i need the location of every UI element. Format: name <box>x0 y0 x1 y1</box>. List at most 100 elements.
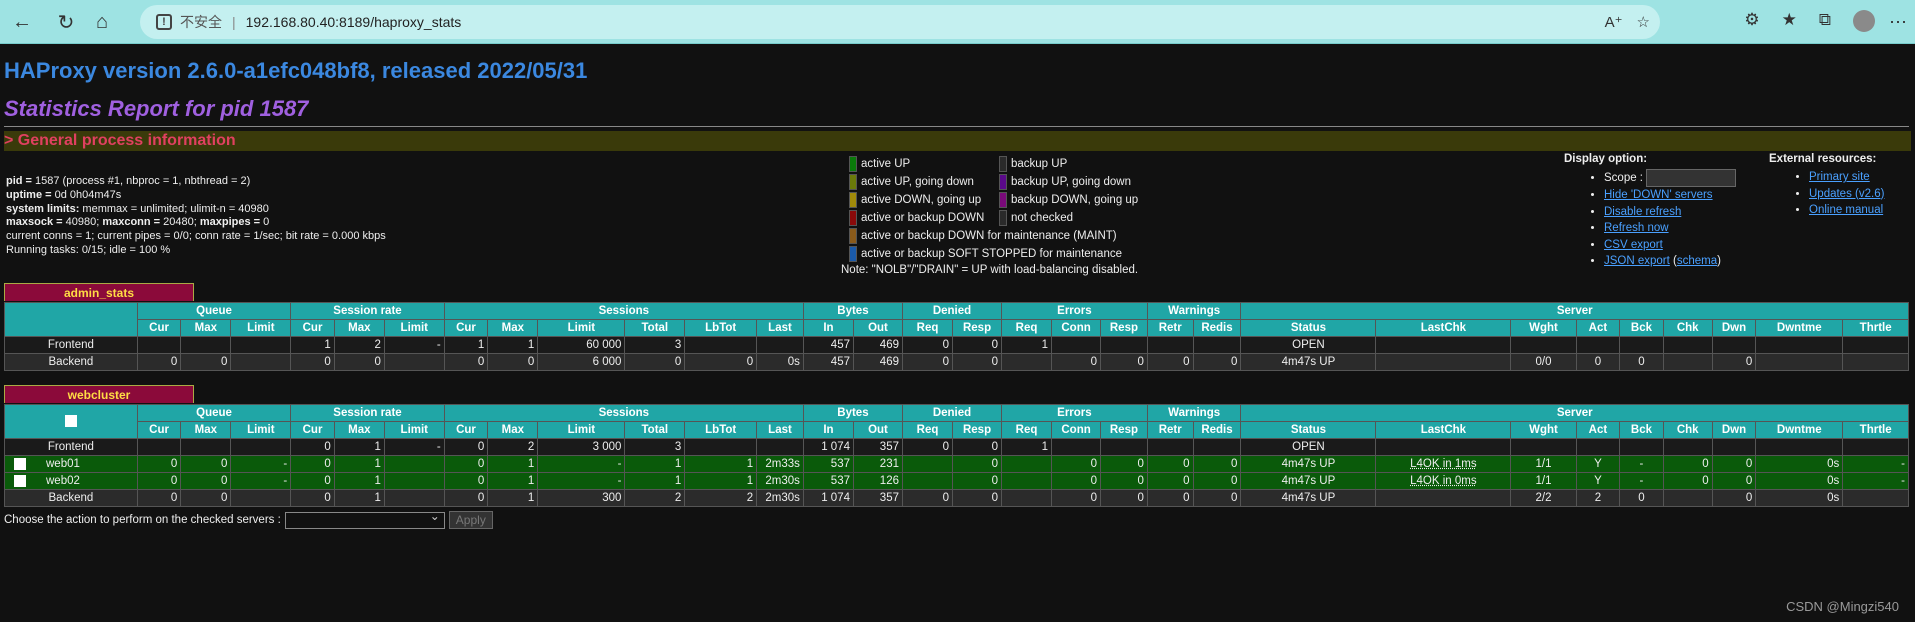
column-header: Req <box>901 421 954 439</box>
scope-label: Scope : <box>1604 172 1643 185</box>
table-cell: 1 <box>333 455 385 473</box>
server-name[interactable]: web02 <box>46 475 80 487</box>
table-cell: 469 <box>852 353 903 371</box>
table-cell: Y <box>1575 472 1621 490</box>
favorites-icon[interactable]: ★ <box>1782 10 1797 32</box>
table-cell <box>1375 489 1512 507</box>
table-cell <box>1051 336 1102 354</box>
legend-label: active UP, going down <box>861 176 974 188</box>
profile-avatar[interactable] <box>1853 10 1875 32</box>
reload-icon[interactable]: ↻ <box>52 8 80 36</box>
collections-icon[interactable]: ⧉ <box>1819 10 1831 32</box>
column-header: Resp <box>952 421 1003 439</box>
table-cell: 0 <box>1711 353 1757 371</box>
disable-refresh-link[interactable]: Disable refresh <box>1604 206 1681 218</box>
table-cell: 0 <box>1146 472 1194 490</box>
column-header: Limit <box>537 319 626 337</box>
back-icon[interactable]: ← <box>8 8 36 36</box>
table-cell: - <box>383 438 445 456</box>
legend-label: active DOWN, going up <box>861 194 982 206</box>
column-header: Chk <box>1662 319 1713 337</box>
table-cell: 537 <box>802 455 854 473</box>
table-cell: 0 <box>1100 353 1148 371</box>
scope-input[interactable] <box>1646 169 1737 187</box>
schema-link[interactable]: schema <box>1677 255 1717 267</box>
column-header: In <box>802 421 854 439</box>
row-name[interactable]: web01 <box>4 455 138 473</box>
refresh-now-link[interactable]: Refresh now <box>1604 222 1669 234</box>
hide-down-link[interactable]: Hide 'DOWN' servers <box>1604 189 1713 201</box>
column-header: Retr <box>1146 421 1194 439</box>
legend-swatch <box>849 246 857 262</box>
header-corner <box>4 404 138 439</box>
group-header: Bytes <box>802 302 903 320</box>
column-header: Resp <box>952 319 1003 337</box>
table-cell: 4m47s UP <box>1240 455 1377 473</box>
server-checkbox[interactable] <box>14 457 26 470</box>
table-cell <box>1842 438 1909 456</box>
table-cell <box>180 438 232 456</box>
group-header: Denied <box>901 302 1003 320</box>
table-row: Frontend 0 1-0 2 3 000 3 1 074 357 0 0 1 OPEN <box>4 438 1909 456</box>
row-name[interactable]: web02 <box>4 472 138 490</box>
apply-button[interactable]: Apply <box>448 511 493 529</box>
proxy-name[interactable]: admin_stats <box>4 283 194 301</box>
extensions-icon[interactable]: ⚙ <box>1744 10 1759 32</box>
column-header: Status <box>1240 421 1377 439</box>
column-header: Bck <box>1619 421 1664 439</box>
select-all-checkbox[interactable] <box>64 415 77 428</box>
group-header: Sessions <box>443 302 804 320</box>
maxsock-label: maxsock = <box>6 216 66 229</box>
table-cell <box>756 438 804 456</box>
action-select[interactable] <box>284 509 445 529</box>
csv-export-link[interactable]: CSV export <box>1604 239 1663 251</box>
column-header: LbTot <box>684 319 758 337</box>
online-manual-link[interactable]: Online manual <box>1809 204 1883 216</box>
updates-link[interactable]: Updates (v2.6) <box>1809 188 1884 200</box>
table-cell <box>1146 438 1194 456</box>
table-cell <box>1755 438 1844 456</box>
json-export-link[interactable]: JSON export <box>1604 255 1670 267</box>
table-cell: 457 <box>802 336 854 354</box>
table-cell <box>684 336 758 354</box>
column-header: LastChk <box>1375 319 1512 337</box>
table-cell: 1 074 <box>802 489 854 507</box>
primary-site-link[interactable]: Primary site <box>1809 171 1870 183</box>
legend-label: backup UP, going down <box>1011 176 1131 188</box>
table-cell <box>1711 336 1757 354</box>
read-aloud-icon[interactable]: A⁺ <box>1605 13 1623 31</box>
table-cell: 0s <box>1755 489 1844 507</box>
table-cell: 0 <box>333 353 385 371</box>
column-header: Redis <box>1192 319 1242 337</box>
table-cell <box>1192 336 1242 354</box>
address-bar[interactable]: ! 不安全 | 192.168.80.40:8189/haproxy_stats… <box>140 5 1660 39</box>
server-name[interactable]: web01 <box>46 458 80 470</box>
column-header: Cur <box>136 421 182 439</box>
home-icon[interactable]: ⌂ <box>88 8 116 36</box>
table-cell <box>1662 438 1713 456</box>
favorite-star-icon[interactable]: ☆ <box>1637 13 1650 31</box>
legend-swatch <box>849 228 857 244</box>
table-cell: 357 <box>852 438 903 456</box>
table-cell: 126 <box>852 472 903 490</box>
table-cell: 0 <box>290 455 335 473</box>
row-name: Backend <box>4 353 138 371</box>
proxy-name[interactable]: webcluster <box>4 385 194 403</box>
table-cell <box>1619 438 1664 456</box>
more-icon[interactable]: ⋯ <box>1889 12 1907 33</box>
table-cell: 1 <box>1001 336 1053 354</box>
table-cell: 0 <box>1192 455 1242 473</box>
table-cell: 0 <box>1711 455 1757 473</box>
server-checkbox[interactable] <box>14 474 26 487</box>
row-name: Backend <box>4 489 138 507</box>
browser-toolbar: ← ↻ ⌂ ! 不安全 | 192.168.80.40:8189/haproxy… <box>0 0 1915 44</box>
not-secure-label: 不安全 <box>180 14 222 30</box>
table-cell: 0 <box>443 472 489 490</box>
table-cell <box>180 336 232 354</box>
table-cell: 0 <box>1051 489 1102 507</box>
maxsock-value: 40980; <box>65 216 103 229</box>
table-cell <box>1100 336 1148 354</box>
table-cell: 0 <box>952 438 1003 456</box>
table-cell: 0 <box>1711 472 1757 490</box>
table-cell <box>230 438 292 456</box>
